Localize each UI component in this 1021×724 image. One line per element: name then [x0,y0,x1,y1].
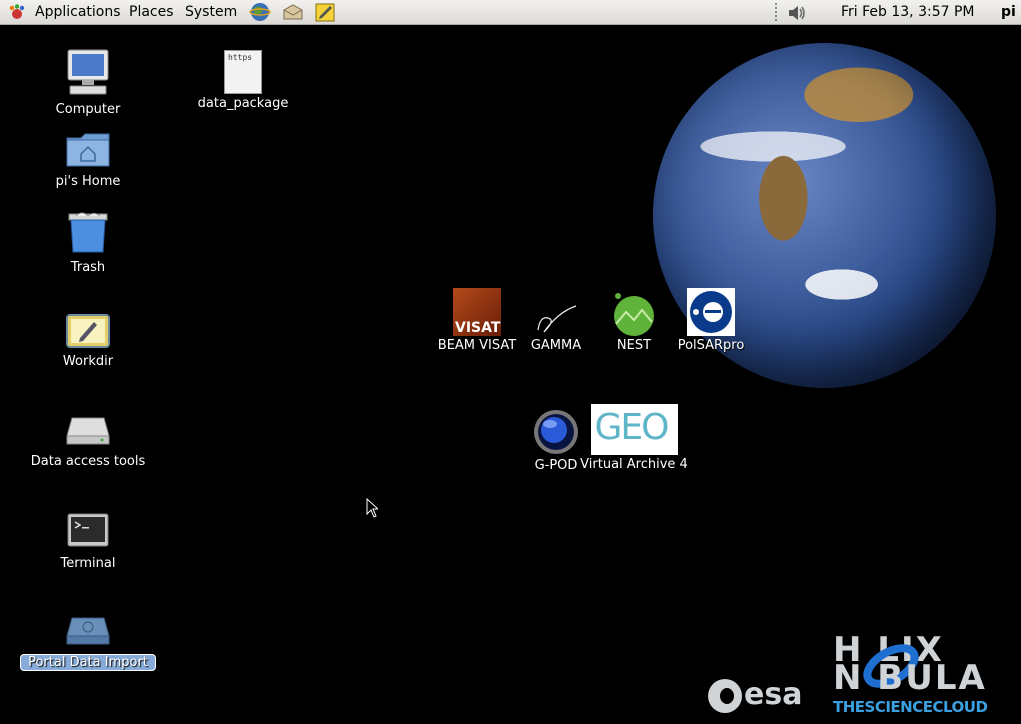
trash-label: Trash [70,260,106,275]
user-menu[interactable]: pi [1001,4,1016,20]
system-menu[interactable]: System [185,4,237,20]
beam-visat-desktop-icon[interactable]: VISAT BEAM VISAT [433,288,521,353]
nest-icon [610,288,658,336]
helix-nebula-logo: H LIX N BULA THESCIENCECLOUD [833,630,998,720]
hard-drive-icon [18,414,158,452]
top-panel: Applications Places System Fri Feb 13, 3… [0,0,1021,25]
portal-data-import-label: Portal Data Import [20,654,156,671]
computer-desktop-icon[interactable]: Computer [38,48,138,117]
virtual-archive-4-desktop-icon[interactable]: GEO Virtual Archive 4 [578,404,690,472]
workdir-label: Workdir [62,354,114,369]
virtual-archive-4-label: Virtual Archive 4 [580,457,688,472]
mouse-cursor-icon [366,497,380,522]
esa-logo-text: esa [744,677,803,712]
terminal-label: Terminal [60,556,116,571]
file-thumbnail-text: https [228,53,253,62]
home-folder-icon [38,132,138,172]
drive-icon [20,614,156,652]
polsarpro-esa-icon [687,288,735,336]
geo-badge: GEO [594,407,670,448]
applications-menu[interactable]: Applications [35,4,121,20]
data-access-tools-label: Data access tools [30,454,146,469]
trash-desktop-icon[interactable]: Trash [38,210,138,275]
beam-visat-badge: VISAT [455,320,501,336]
polsarpro-label: PolSARpro [677,338,745,353]
clock[interactable]: Fri Feb 13, 3:57 PM [841,4,975,20]
computer-label: Computer [55,102,121,117]
nest-label: NEST [616,338,652,353]
helix-logo-tagline: THESCIENCECLOUD [833,698,988,716]
portal-data-import-desktop-icon[interactable]: Portal Data Import [20,614,156,671]
speaker-icon[interactable] [786,3,808,23]
helix-logo-line2: N BULA [833,658,987,698]
esa-e-icon [708,678,742,713]
gpod-icon [532,408,580,456]
gamma-icon [532,288,580,336]
text-file-icon: https [224,50,262,94]
terminal-desktop-icon[interactable]: Terminal [38,512,138,571]
beam-visat-label: BEAM VISAT [437,338,517,353]
data-package-label: data_package [197,96,289,111]
polsarpro-desktop-icon[interactable]: PolSARpro [675,288,747,353]
computer-icon [38,48,138,100]
gamma-desktop-icon[interactable]: GAMMA [522,288,590,353]
web-browser-icon[interactable] [249,2,271,22]
data-access-tools-desktop-icon[interactable]: Data access tools [18,414,158,469]
places-menu[interactable]: Places [129,4,174,20]
geo-logo-icon: GEO [590,404,678,455]
esa-logo: esa [708,677,802,713]
terminal-icon [38,512,138,554]
home-desktop-icon[interactable]: pi's Home [38,132,138,189]
mail-client-icon[interactable] [282,2,304,22]
gamma-label: GAMMA [530,338,582,353]
workdir-folder-icon [38,314,138,352]
workdir-desktop-icon[interactable]: Workdir [38,314,138,369]
nest-desktop-icon[interactable]: NEST [600,288,668,353]
beam-visat-icon: VISAT [453,288,501,336]
text-editor-icon[interactable] [314,2,336,22]
gnome-foot-icon[interactable] [8,4,26,21]
home-label: pi's Home [55,174,121,189]
data-package-desktop-icon[interactable]: https data_package [193,50,293,111]
trash-icon [38,210,138,258]
panel-separator [775,3,777,21]
